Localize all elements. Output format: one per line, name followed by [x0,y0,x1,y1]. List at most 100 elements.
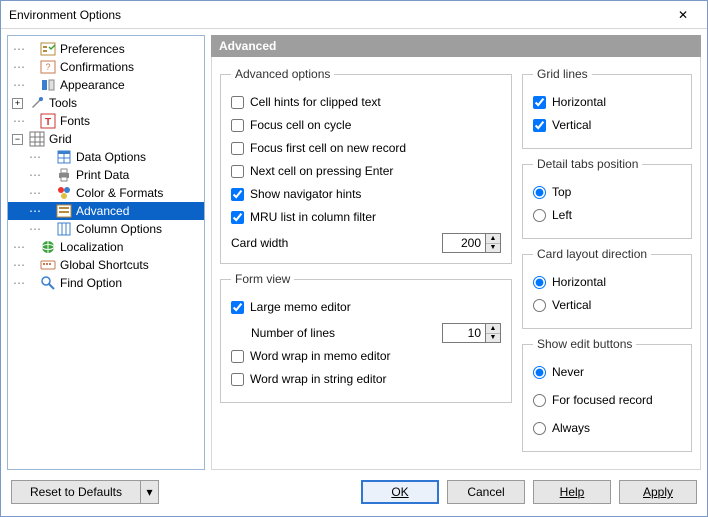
card-vertical-radio[interactable]: Vertical [533,295,681,315]
large-memo-checkbox[interactable]: Large memo editor [231,297,501,317]
tree-item-localization[interactable]: ⋯ Localization [8,238,204,256]
environment-options-dialog: Environment Options ✕ ⋯ Preferences ⋯ ? … [0,0,708,517]
card-width-label: Card width [231,236,442,250]
tree-label: Fonts [60,114,200,128]
detail-left-radio[interactable]: Left [533,205,681,225]
tree-label: Appearance [60,78,200,92]
tree-label: Color & Formats [76,186,200,200]
expand-placeholder [42,206,53,217]
reset-defaults-dropdown[interactable]: ▾ [141,480,159,504]
tree-item-appearance[interactable]: ⋯ Appearance [8,76,204,94]
checkbox-label: Word wrap in memo editor [250,349,391,363]
expand-icon[interactable]: + [12,98,23,109]
tree-item-confirmations[interactable]: ⋯ ? Confirmations [8,58,204,76]
num-lines-label: Number of lines [251,326,442,340]
dialog-footer: Reset to Defaults ▾ OK Cancel Help Apply [1,476,707,516]
card-horizontal-radio[interactable]: Horizontal [533,272,681,292]
edit-focused-radio[interactable]: For focused record [533,390,681,410]
titlebar: Environment Options ✕ [1,1,707,29]
card-width-input[interactable] [443,234,485,252]
detail-top-radio[interactable]: Top [533,182,681,202]
spin-down-button[interactable]: ▼ [486,334,500,343]
tree-item-print-data[interactable]: ⋯ Print Data [8,166,204,184]
focus-cycle-checkbox[interactable]: Focus cell on cycle [231,115,501,135]
column-options-icon [56,221,72,237]
nav-tree[interactable]: ⋯ Preferences ⋯ ? Confirmations ⋯ Appear… [7,35,205,470]
radio-label: Horizontal [552,275,606,289]
tree-line-icon: ⋯ [28,168,42,182]
grid-vertical-checkbox[interactable]: Vertical [533,115,681,135]
grid-horizontal-checkbox[interactable]: Horizontal [533,92,681,112]
collapse-icon[interactable]: − [12,134,23,145]
radio-label: For focused record [552,393,653,407]
close-icon: ✕ [678,8,688,22]
reset-defaults-button[interactable]: Reset to Defaults [11,480,141,504]
svg-text:?: ? [45,62,50,72]
expand-placeholder [26,62,37,73]
edit-always-radio[interactable]: Always [533,418,681,438]
spin-up-button[interactable]: ▲ [486,234,500,244]
group-legend: Form view [231,272,294,286]
card-width-row: Card width ▲ ▼ [231,233,501,253]
show-edit-group: Show edit buttons Never For focused reco… [522,337,692,452]
button-label: Cancel [467,485,504,499]
focus-first-checkbox[interactable]: Focus first cell on new record [231,138,501,158]
checkbox-label: Focus cell on cycle [250,118,351,132]
detail-tabs-group: Detail tabs position Top Left [522,157,692,239]
tree-item-column-options[interactable]: ⋯ Column Options [8,220,204,238]
ok-button[interactable]: OK [361,480,439,504]
card-layout-group: Card layout direction Horizontal Vertica… [522,247,692,329]
tree-line-icon: ⋯ [28,186,42,200]
form-view-group: Form view Large memo editor Number of li… [220,272,512,403]
fonts-icon: T [40,113,56,129]
tree-line-icon: ⋯ [12,60,26,74]
tree-item-tools[interactable]: + Tools [8,94,204,112]
tree-label: Tools [49,96,200,110]
left-column: Advanced options Cell hints for clipped … [220,67,512,411]
cell-hints-checkbox[interactable]: Cell hints for clipped text [231,92,501,112]
tree-item-global-shortcuts[interactable]: ⋯ Global Shortcuts [8,256,204,274]
tree-item-fonts[interactable]: ⋯ T Fonts [8,112,204,130]
checkbox-label: Vertical [552,118,591,132]
num-lines-spinner[interactable]: ▲ ▼ [442,323,501,343]
tree-item-advanced[interactable]: ⋯ Advanced [8,202,204,220]
group-legend: Detail tabs position [533,157,642,171]
tree-label: Confirmations [60,60,200,74]
tree-label: Localization [60,240,200,254]
close-button[interactable]: ✕ [665,4,701,26]
checkbox-label: Next cell on pressing Enter [250,164,393,178]
tree-line-icon: ⋯ [12,114,26,128]
next-enter-checkbox[interactable]: Next cell on pressing Enter [231,161,501,181]
localization-icon [40,239,56,255]
num-lines-input[interactable] [443,324,485,342]
help-button[interactable]: Help [533,480,611,504]
appearance-icon [40,77,56,93]
edit-never-radio[interactable]: Never [533,362,681,382]
spin-up-button[interactable]: ▲ [486,324,500,334]
tree-item-grid[interactable]: − Grid [8,130,204,148]
cancel-button[interactable]: Cancel [447,480,525,504]
tree-item-find-option[interactable]: ⋯ Find Option [8,274,204,292]
button-label: OK [391,485,408,499]
tree-label: Global Shortcuts [60,258,200,272]
tree-line-icon: ⋯ [28,222,42,236]
apply-button[interactable]: Apply [619,480,697,504]
expand-placeholder [26,260,37,271]
spin-down-button[interactable]: ▼ [486,244,500,253]
button-label: Reset to Defaults [30,485,122,499]
card-width-spinner[interactable]: ▲ ▼ [442,233,501,253]
checkbox-label: Large memo editor [250,300,351,314]
advanced-icon [56,203,72,219]
wrap-string-checkbox[interactable]: Word wrap in string editor [231,369,501,389]
mru-checkbox[interactable]: MRU list in column filter [231,207,501,227]
expand-placeholder [42,152,53,163]
tree-item-data-options[interactable]: ⋯ Data Options [8,148,204,166]
tree-line-icon: ⋯ [12,42,26,56]
radio-label: Vertical [552,298,591,312]
tree-item-preferences[interactable]: ⋯ Preferences [8,40,204,58]
show-nav-checkbox[interactable]: Show navigator hints [231,184,501,204]
palette-icon [56,185,72,201]
wrap-memo-checkbox[interactable]: Word wrap in memo editor [231,346,501,366]
tree-item-color-formats[interactable]: ⋯ Color & Formats [8,184,204,202]
tree-label: Grid [49,132,200,146]
